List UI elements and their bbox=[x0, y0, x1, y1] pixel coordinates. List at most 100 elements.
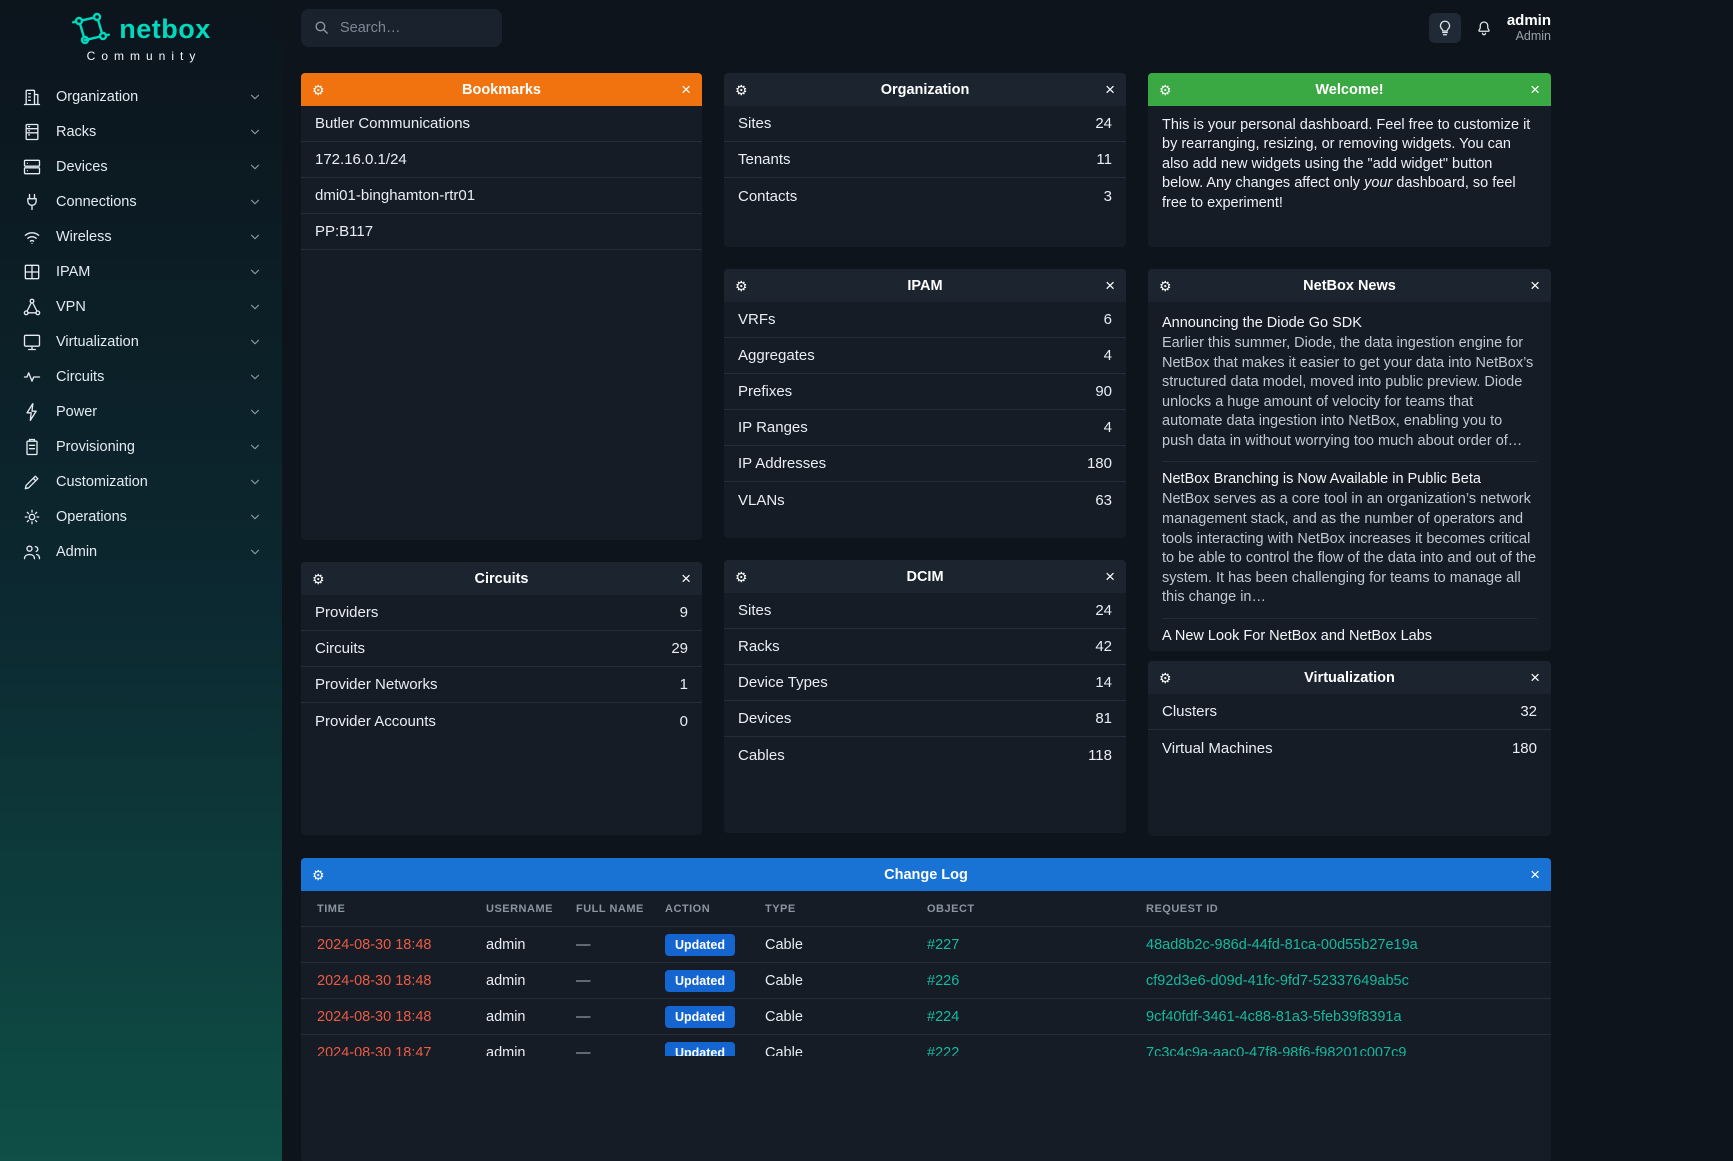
sidebar-item-virtualization[interactable]: Virtualization bbox=[0, 324, 282, 359]
stat-label[interactable]: Tenants bbox=[738, 151, 791, 168]
stat-value[interactable]: 4 bbox=[1104, 347, 1112, 364]
stat-label[interactable]: VRFs bbox=[738, 311, 776, 328]
sidebar-item-vpn[interactable]: VPN bbox=[0, 289, 282, 324]
sidebar-item-provisioning[interactable]: Provisioning bbox=[0, 429, 282, 464]
changelog-row: 2024-08-30 18:48 admin — Updated Cable #… bbox=[301, 926, 1551, 962]
bookmark-link[interactable]: PP:B117 bbox=[301, 214, 702, 250]
stat-label[interactable]: Clusters bbox=[1162, 703, 1217, 720]
stat-label[interactable]: IP Ranges bbox=[738, 419, 808, 436]
stat-label[interactable]: Virtual Machines bbox=[1162, 740, 1273, 757]
virtualization-widget: ⚙ Virtualization × Clusters 32 Virtual M… bbox=[1148, 661, 1551, 836]
stat-label[interactable]: Device Types bbox=[738, 674, 828, 691]
request-id-link[interactable]: cf92d3e6-d09d-41fc-9fd7-52337649ab5c bbox=[1146, 973, 1535, 989]
close-icon[interactable]: × bbox=[681, 81, 691, 98]
request-id-link[interactable]: 9cf40fdf-3461-4c88-81a3-5feb39f8391a bbox=[1146, 1009, 1535, 1025]
news-article-title[interactable]: A New Look For NetBox and NetBox Labs bbox=[1162, 628, 1537, 644]
brand[interactable]: netbox Community bbox=[0, 12, 282, 63]
bell-icon[interactable] bbox=[1475, 19, 1493, 37]
stat-value[interactable]: 90 bbox=[1095, 383, 1112, 400]
stat-value[interactable]: 3 bbox=[1104, 188, 1112, 205]
object-link[interactable]: #227 bbox=[927, 937, 1146, 953]
stat-label[interactable]: Contacts bbox=[738, 188, 797, 205]
bookmark-link[interactable]: Butler Communications bbox=[301, 106, 702, 142]
sidebar-item-racks[interactable]: Racks bbox=[0, 114, 282, 149]
stat-label[interactable]: Provider Networks bbox=[315, 676, 438, 693]
bookmark-link[interactable]: dmi01-binghamton-rtr01 bbox=[301, 178, 702, 214]
object-link[interactable]: #224 bbox=[927, 1009, 1146, 1025]
time-link[interactable]: 2024-08-30 18:48 bbox=[317, 937, 486, 953]
sidebar-item-power[interactable]: Power bbox=[0, 394, 282, 429]
gear-icon[interactable]: ⚙ bbox=[312, 572, 325, 586]
stat-value[interactable]: 24 bbox=[1095, 115, 1112, 132]
stat-value[interactable]: 9 bbox=[680, 604, 688, 621]
stat-label[interactable]: Cables bbox=[738, 747, 785, 764]
stat-value[interactable]: 0 bbox=[680, 713, 688, 730]
object-link[interactable]: #222 bbox=[927, 1045, 1146, 1057]
sidebar-item-connections[interactable]: Connections bbox=[0, 184, 282, 219]
sidebar-item-admin[interactable]: Admin bbox=[0, 534, 282, 569]
stat-label[interactable]: Circuits bbox=[315, 640, 365, 657]
stat-value[interactable]: 1 bbox=[680, 676, 688, 693]
gear-icon[interactable]: ⚙ bbox=[735, 279, 748, 293]
time-link[interactable]: 2024-08-30 18:47 bbox=[317, 1045, 486, 1057]
stat-value[interactable]: 4 bbox=[1104, 419, 1112, 436]
search-box[interactable] bbox=[301, 9, 502, 47]
close-icon[interactable]: × bbox=[1105, 568, 1115, 585]
stat-label[interactable]: Sites bbox=[738, 115, 771, 132]
news-article-title[interactable]: NetBox Branching is Now Available in Pub… bbox=[1162, 471, 1537, 487]
gear-icon[interactable]: ⚙ bbox=[735, 83, 748, 97]
stat-value[interactable]: 6 bbox=[1104, 311, 1112, 328]
stat-label[interactable]: Prefixes bbox=[738, 383, 792, 400]
stat-value[interactable]: 24 bbox=[1095, 602, 1112, 619]
search-input[interactable] bbox=[340, 20, 480, 36]
sidebar-item-customization[interactable]: Customization bbox=[0, 464, 282, 499]
stat-label[interactable]: Sites bbox=[738, 602, 771, 619]
gear-icon[interactable]: ⚙ bbox=[1159, 83, 1172, 97]
sidebar-item-organization[interactable]: Organization bbox=[0, 79, 282, 114]
stat-label[interactable]: IP Addresses bbox=[738, 455, 826, 472]
stat-label[interactable]: Provider Accounts bbox=[315, 713, 436, 730]
close-icon[interactable]: × bbox=[1530, 669, 1540, 686]
stat-label[interactable]: Providers bbox=[315, 604, 378, 621]
sidebar-item-wireless[interactable]: Wireless bbox=[0, 219, 282, 254]
stat-value[interactable]: 32 bbox=[1520, 703, 1537, 720]
gear-icon[interactable]: ⚙ bbox=[1159, 671, 1172, 685]
gear-icon[interactable]: ⚙ bbox=[735, 570, 748, 584]
close-icon[interactable]: × bbox=[1530, 81, 1540, 98]
time-link[interactable]: 2024-08-30 18:48 bbox=[317, 973, 486, 989]
close-icon[interactable]: × bbox=[1530, 866, 1540, 883]
close-icon[interactable]: × bbox=[681, 570, 691, 587]
close-icon[interactable]: × bbox=[1530, 277, 1540, 294]
request-id-link[interactable]: 48ad8b2c-986d-44fd-81ca-00d55b27e19a bbox=[1146, 937, 1535, 953]
gear-icon[interactable]: ⚙ bbox=[1159, 279, 1172, 293]
sidebar-item-operations[interactable]: Operations bbox=[0, 499, 282, 534]
user-menu[interactable]: admin Admin bbox=[1507, 12, 1551, 44]
sidebar-item-circuits[interactable]: Circuits bbox=[0, 359, 282, 394]
news-article-title[interactable]: Announcing the Diode Go SDK bbox=[1162, 315, 1537, 331]
time-link[interactable]: 2024-08-30 18:48 bbox=[317, 1009, 486, 1025]
stat-value[interactable]: 81 bbox=[1095, 710, 1112, 727]
stat-label[interactable]: Aggregates bbox=[738, 347, 815, 364]
request-id-link[interactable]: 7c3c4c9a-aac0-47f8-98f6-f98201c007c9 bbox=[1146, 1045, 1535, 1057]
stat-value[interactable]: 180 bbox=[1512, 740, 1537, 757]
stat-value[interactable]: 180 bbox=[1087, 455, 1112, 472]
stat-value[interactable]: 63 bbox=[1095, 492, 1112, 509]
stat-value[interactable]: 14 bbox=[1095, 674, 1112, 691]
close-icon[interactable]: × bbox=[1105, 277, 1115, 294]
stat-label[interactable]: Racks bbox=[738, 638, 780, 655]
gear-icon[interactable]: ⚙ bbox=[312, 83, 325, 97]
stat-value[interactable]: 42 bbox=[1095, 638, 1112, 655]
stat-value[interactable]: 29 bbox=[671, 640, 688, 657]
bookmark-link[interactable]: 172.16.0.1/24 bbox=[301, 142, 702, 178]
stat-value[interactable]: 11 bbox=[1096, 151, 1112, 168]
theme-toggle-button[interactable] bbox=[1429, 13, 1461, 43]
sidebar-item-label: Organization bbox=[56, 89, 138, 105]
stat-label[interactable]: VLANs bbox=[738, 492, 785, 509]
stat-value[interactable]: 118 bbox=[1088, 747, 1112, 764]
sidebar-item-devices[interactable]: Devices bbox=[0, 149, 282, 184]
stat-label[interactable]: Devices bbox=[738, 710, 791, 727]
gear-icon[interactable]: ⚙ bbox=[312, 868, 325, 882]
close-icon[interactable]: × bbox=[1105, 81, 1115, 98]
sidebar-item-ipam[interactable]: IPAM bbox=[0, 254, 282, 289]
object-link[interactable]: #226 bbox=[927, 973, 1146, 989]
